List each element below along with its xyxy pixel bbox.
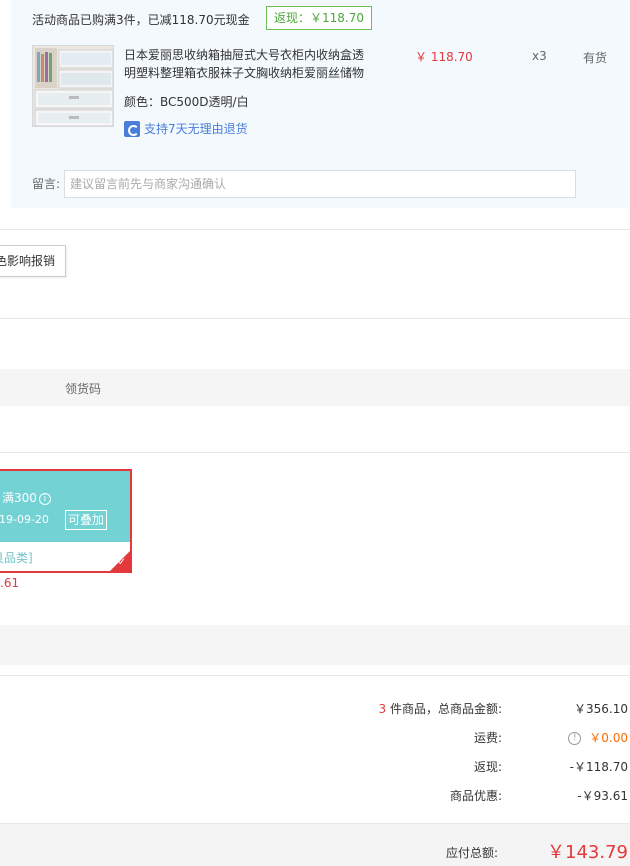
note-label: 留言: bbox=[32, 177, 61, 191]
product-stock-status: 有货 bbox=[583, 51, 608, 65]
coupon-card[interactable]: 满300i 019-09-20 可叠加 艮品类] ✓ bbox=[0, 469, 132, 573]
product-color: 颜色：BC500D透明/白 bbox=[124, 95, 249, 109]
section-band bbox=[0, 625, 630, 665]
product-quantity: x3 bbox=[532, 49, 547, 63]
total-bar: 应付总额: ￥143.79 bbox=[0, 823, 630, 866]
info-icon[interactable]: ! bbox=[568, 732, 582, 745]
item-count: 3 bbox=[378, 702, 387, 716]
info-icon[interactable]: i bbox=[38, 492, 51, 505]
product-price: ￥ 118.70 bbox=[415, 50, 473, 64]
coupon-expiry-date: 019-09-20 bbox=[0, 513, 49, 526]
invoice-tip-button[interactable]: 色影响报销 bbox=[0, 245, 66, 277]
note-input[interactable] bbox=[64, 170, 576, 198]
return-policy-text: 支持7天无理由退货 bbox=[144, 122, 248, 136]
total-value: ￥143.79 bbox=[547, 842, 628, 863]
summary-items-label: 3 件商品，总商品金额: bbox=[378, 702, 502, 716]
summary-items-value: ￥356.10 bbox=[574, 702, 628, 716]
return-policy[interactable]: 支持7天无理由退货 bbox=[124, 120, 248, 137]
promo-text: 活动商品已购满3件，已减118.70元现金 bbox=[32, 13, 250, 27]
summary-cashback-value: -￥118.70 bbox=[569, 760, 628, 774]
cashback-badge: 返现：￥118.70 bbox=[266, 6, 372, 30]
summary-discount-row: 商品优惠: -￥93.61 bbox=[300, 787, 630, 807]
summary-discount-value: -￥93.61 bbox=[577, 789, 628, 803]
coupon-condition: 满300 i bbox=[2, 489, 51, 506]
tab-redeem-code[interactable]: 领货码 bbox=[65, 380, 101, 397]
product-title[interactable]: 日本爱丽思收纳箱抽屉式大号衣柜内收纳盒透明塑料整理箱衣服袜子文胸收纳柜爱丽丝储物 bbox=[124, 46, 368, 82]
product-thumbnail[interactable] bbox=[32, 45, 114, 127]
return-7day-icon bbox=[124, 120, 140, 137]
summary-cashback-row: 返现: -￥118.70 bbox=[300, 758, 630, 778]
total-label: 应付总额: bbox=[445, 846, 498, 860]
summary-items-row: 3 件商品，总商品金额: ￥356.10 bbox=[300, 700, 630, 720]
summary-freight-value: ! ￥0.00 bbox=[568, 729, 628, 746]
coupon-stackable-badge: 可叠加 bbox=[65, 510, 108, 530]
coupon-card-header: 满300i 019-09-20 可叠加 bbox=[0, 471, 130, 542]
summary-freight-row: 运费: ! ￥0.00 bbox=[300, 729, 630, 749]
divider bbox=[0, 229, 630, 230]
check-icon: ✓ bbox=[117, 557, 126, 568]
summary-freight-label: 运费: bbox=[473, 731, 502, 745]
divider bbox=[0, 318, 630, 319]
divider bbox=[0, 675, 630, 676]
summary-cashback-label: 返现: bbox=[473, 760, 502, 774]
coupon-saving: .61 bbox=[0, 576, 20, 590]
product-image-icon bbox=[33, 46, 113, 126]
divider bbox=[0, 452, 630, 453]
summary-discount-label: 商品优惠: bbox=[449, 789, 502, 803]
coupon-scope: 艮品类] bbox=[0, 551, 33, 565]
